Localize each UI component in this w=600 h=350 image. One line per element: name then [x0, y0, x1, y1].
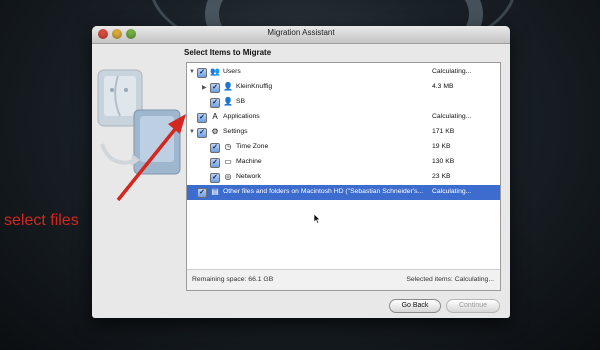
item-label: Applications — [223, 113, 260, 120]
item-size: 23 KB — [432, 173, 451, 180]
list-item[interactable]: ▶ ✓ 👤 KleinKnuffig 4.3 MB — [187, 80, 500, 95]
item-checkbox[interactable]: ✓ — [197, 128, 207, 138]
disclosure-triangle-icon[interactable]: ▼ — [189, 69, 195, 75]
item-size: 19 KB — [432, 143, 451, 150]
item-size: Calculating... — [432, 113, 472, 120]
users-icon: 👥 — [210, 67, 220, 76]
list-item[interactable]: ✓ 👤 SB — [187, 95, 500, 110]
disclosure-triangle-icon[interactable]: ▼ — [189, 129, 195, 135]
window-title: Migration Assistant — [267, 28, 335, 37]
user-icon: 👤 — [223, 97, 233, 106]
items-list[interactable]: Remaining space: 66.1 GB Selected items:… — [186, 62, 501, 291]
go-back-button[interactable]: Go Back — [389, 299, 441, 313]
item-label: SB — [236, 98, 246, 105]
continue-button[interactable]: Continue — [446, 299, 500, 313]
item-size: 130 KB — [432, 158, 455, 165]
item-checkbox[interactable]: ✓ — [210, 83, 220, 93]
item-label: Other files and folders on Macintosh HD … — [223, 188, 424, 195]
annotation-label: select files — [4, 212, 79, 229]
list-item[interactable]: ✓ ▤ Other files and folders on Macintosh H… — [187, 185, 500, 200]
disclosure-triangle-icon[interactable]: ▶ — [202, 84, 208, 91]
item-checkbox[interactable]: ✓ — [210, 158, 220, 168]
clock-icon: ◷ — [224, 142, 232, 151]
document-icon: ▤ — [211, 187, 219, 196]
item-size: 171 KB — [432, 128, 455, 135]
migration-graphic — [97, 69, 181, 175]
item-checkbox[interactable]: ✓ — [210, 143, 220, 153]
item-checkbox[interactable]: ✓ — [210, 98, 220, 108]
item-label: Time Zone — [236, 143, 269, 150]
item-size: 4.3 MB — [432, 83, 454, 90]
title-bar[interactable]: Migration Assistant — [92, 26, 510, 44]
item-checkbox[interactable]: ✓ — [197, 68, 207, 78]
item-checkbox[interactable]: ✓ — [197, 113, 207, 123]
item-label: Network — [236, 173, 261, 180]
status-bar: Remaining space: 66.1 GB Selected items:… — [187, 269, 500, 290]
display-icon: ▭ — [224, 157, 232, 166]
item-label: Settings — [223, 128, 248, 135]
list-item[interactable]: ▼ ✓ ⚙ Settings 171 KB — [187, 125, 500, 140]
item-label: Users — [223, 68, 241, 75]
list-item[interactable]: ▼ ✓ 👥 Users Calculating... — [187, 65, 500, 80]
page-heading: Select Items to Migrate — [184, 48, 272, 57]
item-size: Calculating... — [432, 188, 472, 195]
list-item[interactable]: ✓ ◎ Network 23 KB — [187, 170, 500, 185]
item-size: Calculating... — [432, 68, 472, 75]
list-item[interactable]: ✓ ◷ Time Zone 19 KB — [187, 140, 500, 155]
item-checkbox[interactable]: ✓ — [210, 173, 220, 183]
applications-icon: A — [212, 112, 218, 121]
list-item[interactable]: ✓ ▭ Machine 130 KB — [187, 155, 500, 170]
globe-icon: ◎ — [224, 172, 232, 181]
user-icon: 👤 — [223, 82, 233, 91]
remaining-space: Remaining space: 66.1 GB — [192, 276, 274, 283]
mouse-cursor-icon — [314, 214, 320, 224]
gear-icon: ⚙ — [211, 127, 219, 136]
item-label: Machine — [236, 158, 262, 165]
selected-items: Selected items: Calculating... — [406, 276, 494, 283]
migration-assistant-window: Migration Assistant Select Items to Migr… — [92, 26, 510, 318]
list-item[interactable]: ✓ A Applications Calculating... — [187, 110, 500, 125]
item-label: KleinKnuffig — [236, 83, 273, 90]
item-checkbox[interactable]: ✓ — [197, 188, 207, 198]
